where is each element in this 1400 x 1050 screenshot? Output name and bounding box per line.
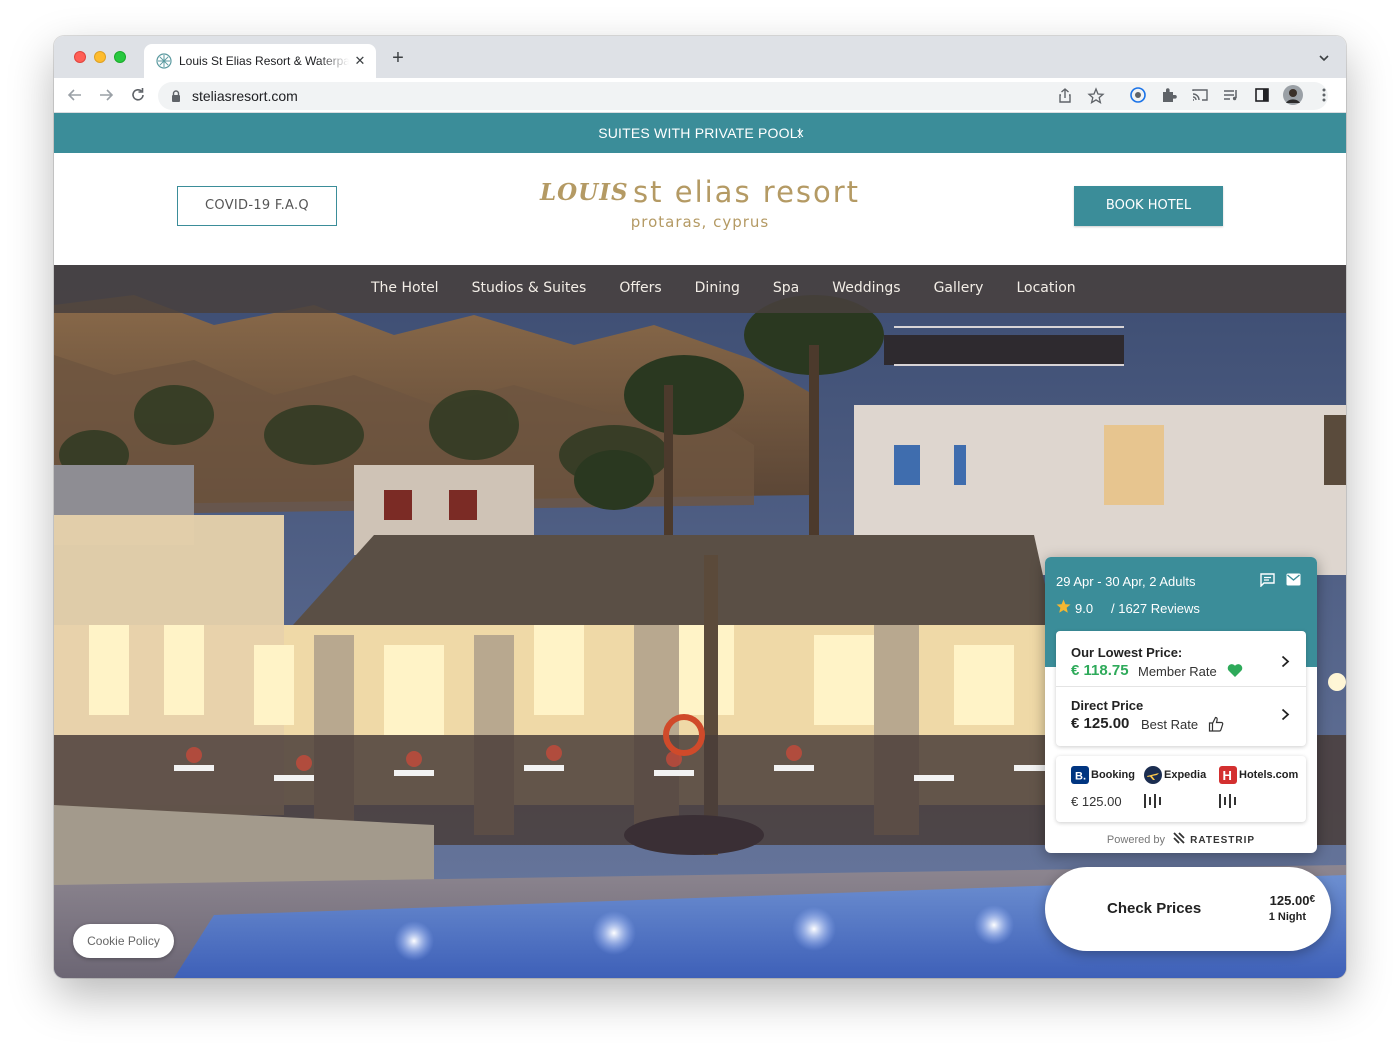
resort-logo[interactable]: LOUIS st elias resort protaras, cyprus xyxy=(534,175,866,231)
logo-brand: LOUIS xyxy=(539,179,629,206)
nav-item-gallery[interactable]: Gallery xyxy=(934,280,984,296)
book-hotel-button[interactable]: BOOK HOTEL xyxy=(1074,186,1223,226)
promo-banner[interactable]: SUITES WITH PRIVATE POOL! x xyxy=(54,113,1346,153)
stay-dates[interactable]: 29 Apr - 30 Apr, 2 Adults xyxy=(1056,574,1195,589)
loading-bars-icon xyxy=(1219,794,1236,808)
nav-item-weddings[interactable]: Weddings xyxy=(832,280,900,296)
forward-arrow-icon[interactable] xyxy=(97,86,115,104)
resort-favicon-icon xyxy=(156,53,172,69)
reviews-count[interactable]: / 1627 Reviews xyxy=(1111,601,1200,616)
powered-by-label: Powered by xyxy=(1106,834,1166,846)
direct-price-row[interactable]: Direct Price € 125.00 Best Rate xyxy=(1056,688,1306,744)
chevron-down-icon[interactable] xyxy=(1316,50,1332,66)
svg-text:H: H xyxy=(1223,768,1232,783)
cast-icon[interactable] xyxy=(1191,86,1209,104)
nav-item-offers[interactable]: Offers xyxy=(619,280,661,296)
direct-price-title: Direct Price xyxy=(1071,698,1144,713)
logo-name: st elias resort xyxy=(633,175,861,209)
ota-price: € 125.00 xyxy=(1071,794,1122,809)
reload-icon[interactable] xyxy=(129,86,147,104)
powered-by-brand: RATESTRIP xyxy=(1190,835,1256,846)
nav-item-dining[interactable]: Dining xyxy=(695,280,740,296)
best-rate-label: Best Rate xyxy=(1141,717,1199,732)
lowest-price-title: Our Lowest Price: xyxy=(1071,645,1183,660)
lowest-price-value: € 118.75 xyxy=(1071,662,1129,679)
star-icon xyxy=(1056,599,1071,613)
ota-name: Expedia xyxy=(1164,769,1207,781)
browser-window: Louis St Elias Resort & Waterpark ✕ + st… xyxy=(54,36,1346,978)
price-card: Our Lowest Price: € 118.75 Member Rate D… xyxy=(1056,631,1306,746)
cookie-policy-button[interactable]: Cookie Policy xyxy=(73,924,174,958)
web-page: SUITES WITH PRIVATE POOL! x COVID-19 F.A… xyxy=(54,113,1346,978)
ratestrip-logo-icon xyxy=(1173,832,1185,844)
check-prices-nights: 1 Night xyxy=(1268,911,1306,923)
more-menu-icon[interactable] xyxy=(1315,86,1333,104)
hero-section: The Hotel Studios & Suites Offers Dining… xyxy=(54,265,1346,978)
rating-score: 9.0 xyxy=(1075,601,1094,616)
extension-ratestrip-icon[interactable] xyxy=(1129,86,1147,104)
booking-logo-icon: B. xyxy=(1071,766,1089,784)
hotels-com-logo-icon: H xyxy=(1219,766,1237,784)
main-nav: The Hotel Studios & Suites Offers Dining… xyxy=(54,265,1346,313)
minimize-window-button[interactable] xyxy=(94,51,106,63)
check-prices-label: Check Prices xyxy=(1107,900,1202,917)
lock-icon xyxy=(172,90,180,102)
close-window-button[interactable] xyxy=(74,51,86,63)
ota-comparison: B. Booking € 125.00 Expedia H Hotels.com xyxy=(1056,756,1306,822)
covid-faq-button[interactable]: COVID-19 F.A.Q xyxy=(177,186,337,226)
browser-tab[interactable]: Louis St Elias Resort & Waterpark ✕ xyxy=(144,44,376,78)
check-price-currency: € xyxy=(1309,894,1315,905)
direct-price-value: € 125.00 xyxy=(1071,715,1130,732)
tab-strip: Louis St Elias Resort & Waterpark ✕ + xyxy=(54,36,1346,78)
rate-widget: 29 Apr - 30 Apr, 2 Adults 9.0 / 1627 Rev… xyxy=(1045,557,1317,853)
url-text[interactable]: steliasresort.com xyxy=(192,88,298,104)
bookmark-star-icon[interactable] xyxy=(1087,87,1105,105)
nav-item-the-hotel[interactable]: The Hotel xyxy=(371,280,439,296)
member-rate-label: Member Rate xyxy=(1138,664,1217,679)
promo-close-button[interactable]: x xyxy=(797,125,804,140)
expedia-logo-icon xyxy=(1144,766,1162,784)
chevron-right-icon xyxy=(1281,655,1290,668)
extensions-puzzle-icon[interactable] xyxy=(1160,86,1178,104)
promo-text[interactable]: SUITES WITH PRIVATE POOL! xyxy=(54,125,1346,141)
new-tab-button[interactable]: + xyxy=(388,48,408,68)
ota-name: Booking xyxy=(1091,769,1135,781)
logo-subtitle: protaras, cyprus xyxy=(630,213,770,231)
side-panel-icon[interactable] xyxy=(1253,86,1271,104)
address-bar[interactable]: steliasresort.com xyxy=(158,82,1328,110)
powered-by[interactable]: Powered by RATESTRIP xyxy=(1045,832,1317,846)
thumbs-up-icon xyxy=(1208,716,1224,732)
profile-avatar[interactable] xyxy=(1283,85,1303,105)
ota-name: Hotels.com xyxy=(1239,769,1299,781)
site-header: COVID-19 F.A.Q LOUIS st elias resort pro… xyxy=(54,153,1346,265)
lowest-price-row[interactable]: Our Lowest Price: € 118.75 Member Rate xyxy=(1056,631,1306,687)
tab-close-icon[interactable]: ✕ xyxy=(352,53,368,69)
back-arrow-icon[interactable] xyxy=(66,86,84,104)
check-prices-amount: 125.00€ xyxy=(1270,893,1315,908)
maximize-window-button[interactable] xyxy=(114,51,126,63)
nav-item-studios-suites[interactable]: Studios & Suites xyxy=(472,280,587,296)
chat-icon[interactable] xyxy=(1260,573,1275,587)
tab-title: Louis St Elias Resort & Waterpark xyxy=(179,54,349,68)
check-price-value: 125.00 xyxy=(1269,893,1310,908)
nav-item-location[interactable]: Location xyxy=(1016,280,1075,296)
share-icon[interactable] xyxy=(1056,87,1074,105)
nav-item-spa[interactable]: Spa xyxy=(773,280,799,296)
loading-bars-icon xyxy=(1144,794,1161,808)
svg-text:B.: B. xyxy=(1075,771,1086,783)
check-prices-button[interactable]: Check Prices 125.00€ 1 Night xyxy=(1045,867,1331,951)
nav-items: The Hotel Studios & Suites Offers Dining… xyxy=(371,280,1109,296)
chevron-right-icon xyxy=(1281,708,1290,721)
mail-icon[interactable] xyxy=(1286,573,1301,586)
heart-icon xyxy=(1227,664,1243,677)
browser-toolbar: steliasresort.com xyxy=(54,78,1346,113)
media-queue-icon[interactable] xyxy=(1222,86,1240,104)
